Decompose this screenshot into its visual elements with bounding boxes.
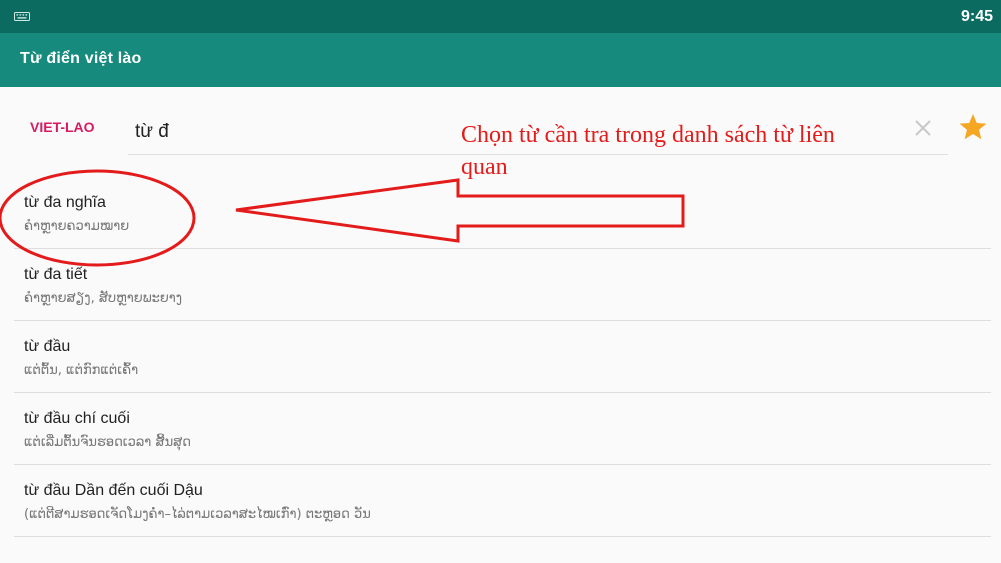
list-item[interactable]: từ đầu chí cuối ແຕ່ເລີ່ມຕົ້ນຈົນຮອດເວລາ ສ… bbox=[14, 393, 991, 465]
clock: 9:45 bbox=[960, 8, 993, 25]
list-item[interactable]: từ đa nghĩa ຄຳຫຼາຍຄວາມໝາຍ bbox=[14, 177, 991, 249]
result-meaning: (ແຕ່ຕີສາມຮອດເຈັດໂມງຄ່ຳ–ໄລ່ຕາມເວລາສະໄໝເກົ… bbox=[24, 507, 371, 522]
result-meaning: ແຕ່ເລີ່ມຕົ້ນຈົນຮອດເວລາ ສິ້ນສຸດ bbox=[24, 435, 191, 450]
annotation-text: Chọn từ cần tra trong danh sách từ liên … bbox=[461, 122, 835, 180]
result-word: từ đa nghĩa bbox=[24, 194, 106, 211]
app-bar: Từ điển việt lào bbox=[0, 33, 1001, 87]
result-word: từ đầu bbox=[24, 338, 71, 355]
language-toggle[interactable]: VIET-LAO bbox=[30, 119, 95, 135]
star-icon[interactable] bbox=[958, 112, 988, 142]
list-item[interactable]: từ đa tiết ຄຳຫຼາຍສຽງ, ສັບຫຼາຍພະຍາງ bbox=[14, 249, 991, 321]
result-meaning: ແຕ່ຕົ້ນ, ແຕ່ກົກແຕ່ເຄົ້າ bbox=[24, 363, 139, 378]
app-title: Từ điển việt lào bbox=[20, 50, 142, 67]
close-icon[interactable] bbox=[910, 115, 936, 141]
results-list: từ đa nghĩa ຄຳຫຼາຍຄວາມໝາຍ từ đa tiết ຄຳຫ… bbox=[0, 177, 1001, 537]
result-meaning: ຄຳຫຼາຍສຽງ, ສັບຫຼາຍພະຍາງ bbox=[24, 291, 183, 306]
status-bar: 9:45 bbox=[0, 0, 1001, 33]
list-item[interactable]: từ đầu ແຕ່ຕົ້ນ, ແຕ່ກົກແຕ່ເຄົ້າ bbox=[14, 321, 991, 393]
result-word: từ đầu Dần đến cuối Dậu bbox=[24, 482, 203, 499]
keyboard-icon bbox=[14, 12, 30, 21]
result-meaning: ຄຳຫຼາຍຄວາມໝາຍ bbox=[24, 219, 130, 234]
result-word: từ đầu chí cuối bbox=[24, 410, 130, 427]
list-item[interactable]: từ đầu Dần đến cuối Dậu (ແຕ່ຕີສາມຮອດເຈັດ… bbox=[14, 465, 991, 537]
result-word: từ đa tiết bbox=[24, 266, 88, 283]
